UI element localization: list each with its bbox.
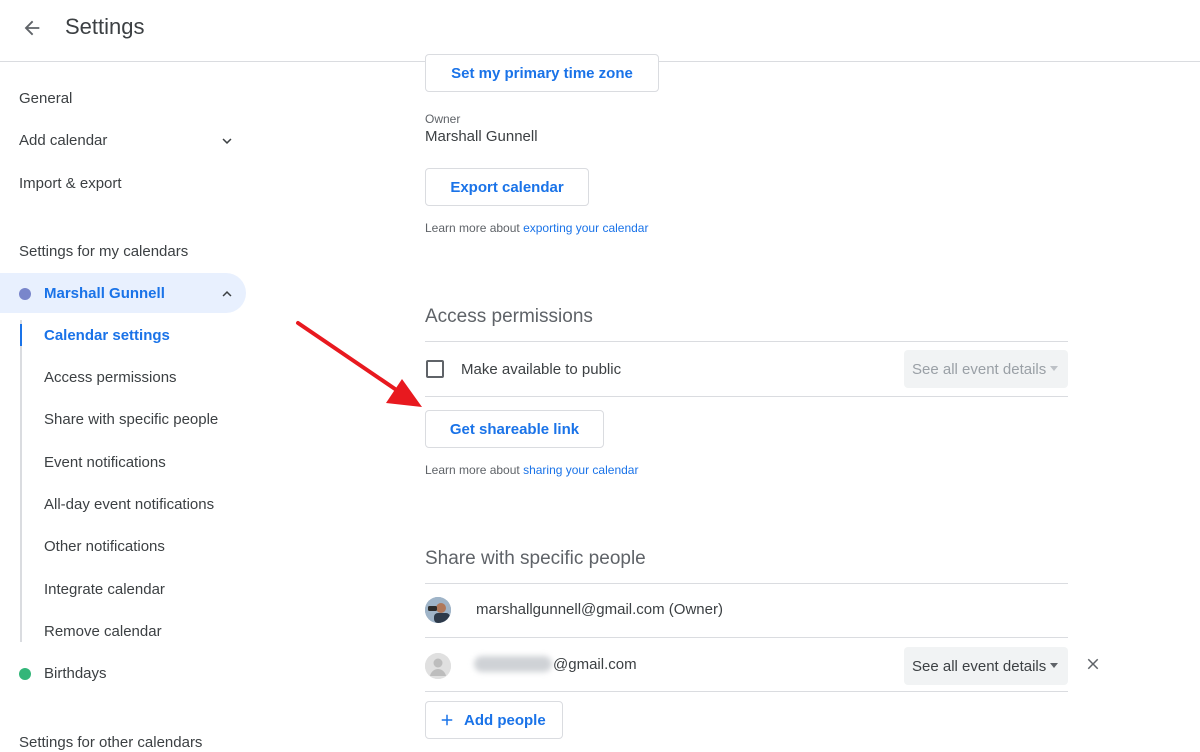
- sidebar-item-access-permissions[interactable]: Access permissions: [0, 357, 246, 397]
- set-time-zone-button[interactable]: Set my primary time zone: [425, 54, 659, 92]
- sidebar-item-birthdays[interactable]: Birthdays: [0, 653, 246, 693]
- sidebar-item-label: General: [19, 89, 73, 107]
- calendar-color-dot: [19, 288, 31, 300]
- chevron-up-icon: [222, 291, 232, 297]
- get-shareable-link-button[interactable]: Get shareable link: [425, 410, 604, 448]
- owner-label: Owner: [425, 112, 461, 126]
- dropdown-caret-icon: [1050, 663, 1058, 668]
- access-permissions-title: Access permissions: [425, 306, 593, 327]
- sidebar-item-my-calendar[interactable]: Marshall Gunnell: [0, 273, 246, 313]
- sidebar-item-label: Marshall Gunnell: [44, 284, 165, 302]
- sidebar-item-allday-notifications[interactable]: All-day event notifications: [0, 484, 246, 524]
- public-permission-select: See all event details: [904, 350, 1068, 388]
- person-email: @gmail.com: [553, 656, 637, 673]
- select-value: See all event details: [912, 657, 1047, 675]
- sidebar-item-event-notifications[interactable]: Event notifications: [0, 442, 246, 482]
- sidebar: General Add calendar Import & export Set…: [0, 62, 260, 752]
- close-icon: [1087, 658, 1099, 670]
- sidebar-item-label: Calendar settings: [44, 326, 170, 344]
- avatar: [425, 597, 451, 623]
- sidebar-item-label: Share with specific people: [44, 410, 219, 428]
- divider: [425, 396, 1068, 397]
- avatar: [425, 653, 451, 679]
- export-help-text: Learn more about exporting your calendar: [425, 221, 648, 235]
- sidebar-item-label: Remove calendar: [44, 622, 162, 640]
- divider: [425, 583, 1068, 584]
- sidebar-item-label: All-day event notifications: [44, 495, 215, 513]
- person-avatar-icon: [425, 653, 451, 679]
- sidebar-item-label: Add calendar: [19, 131, 108, 149]
- sidebar-item-integrate-calendar[interactable]: Integrate calendar: [0, 569, 246, 609]
- share-help-text: Learn more about sharing your calendar: [425, 463, 638, 477]
- sidebar-item-label: Access permissions: [44, 368, 177, 386]
- make-public-label: Make available to public: [461, 361, 622, 378]
- help-prefix: Learn more about: [425, 221, 524, 235]
- remove-person-button[interactable]: [1083, 654, 1103, 674]
- owner-value: Marshall Gunnell: [425, 128, 538, 145]
- sidebar-item-label: Other notifications: [44, 537, 165, 555]
- owner-avatar-icon: [425, 597, 451, 623]
- arrow-back-icon: [24, 20, 40, 36]
- dropdown-caret-icon: [1050, 366, 1058, 371]
- redacted-email-prefix: [474, 656, 552, 672]
- sidebar-item-general[interactable]: General: [0, 78, 246, 118]
- back-button[interactable]: [14, 10, 50, 46]
- divider: [425, 341, 1068, 342]
- sidebar-item-label: Event notifications: [44, 453, 166, 471]
- sidebar-item-label: Birthdays: [44, 664, 107, 682]
- export-calendar-button[interactable]: Export calendar: [425, 168, 589, 206]
- section-other-calendars: Settings for other calendars: [19, 734, 203, 751]
- divider: [425, 691, 1068, 692]
- sidebar-item-share-specific[interactable]: Share with specific people: [0, 399, 246, 439]
- add-people-button[interactable]: Add people: [425, 701, 563, 739]
- sidebar-item-remove-calendar[interactable]: Remove calendar: [0, 611, 246, 651]
- help-prefix: Learn more about: [425, 463, 524, 477]
- calendar-color-dot: [19, 668, 31, 680]
- sidebar-item-other-notifications[interactable]: Other notifications: [0, 526, 246, 566]
- chevron-down-icon: [222, 138, 232, 144]
- section-my-calendars: Settings for my calendars: [19, 243, 189, 260]
- sidebar-item-label: Integrate calendar: [44, 580, 165, 598]
- share-help-link[interactable]: sharing your calendar: [523, 463, 638, 477]
- export-help-link[interactable]: exporting your calendar: [523, 221, 648, 235]
- settings-header: Settings: [0, 0, 1200, 62]
- sidebar-item-import-export[interactable]: Import & export: [0, 163, 246, 203]
- share-specific-title: Share with specific people: [425, 548, 646, 569]
- page-title: Settings: [65, 14, 145, 39]
- add-people-label: Add people: [464, 711, 546, 729]
- sidebar-item-add-calendar[interactable]: Add calendar: [0, 120, 246, 160]
- select-value: See all event details: [912, 360, 1047, 378]
- person-email: marshallgunnell@gmail.com (Owner): [476, 601, 723, 618]
- annotation-arrow-icon: [296, 321, 422, 407]
- plus-icon: [441, 714, 453, 726]
- person-permission-select[interactable]: See all event details: [904, 647, 1068, 685]
- divider: [425, 637, 1068, 638]
- sidebar-item-calendar-settings[interactable]: Calendar settings: [0, 315, 246, 355]
- sidebar-item-label: Import & export: [19, 174, 122, 192]
